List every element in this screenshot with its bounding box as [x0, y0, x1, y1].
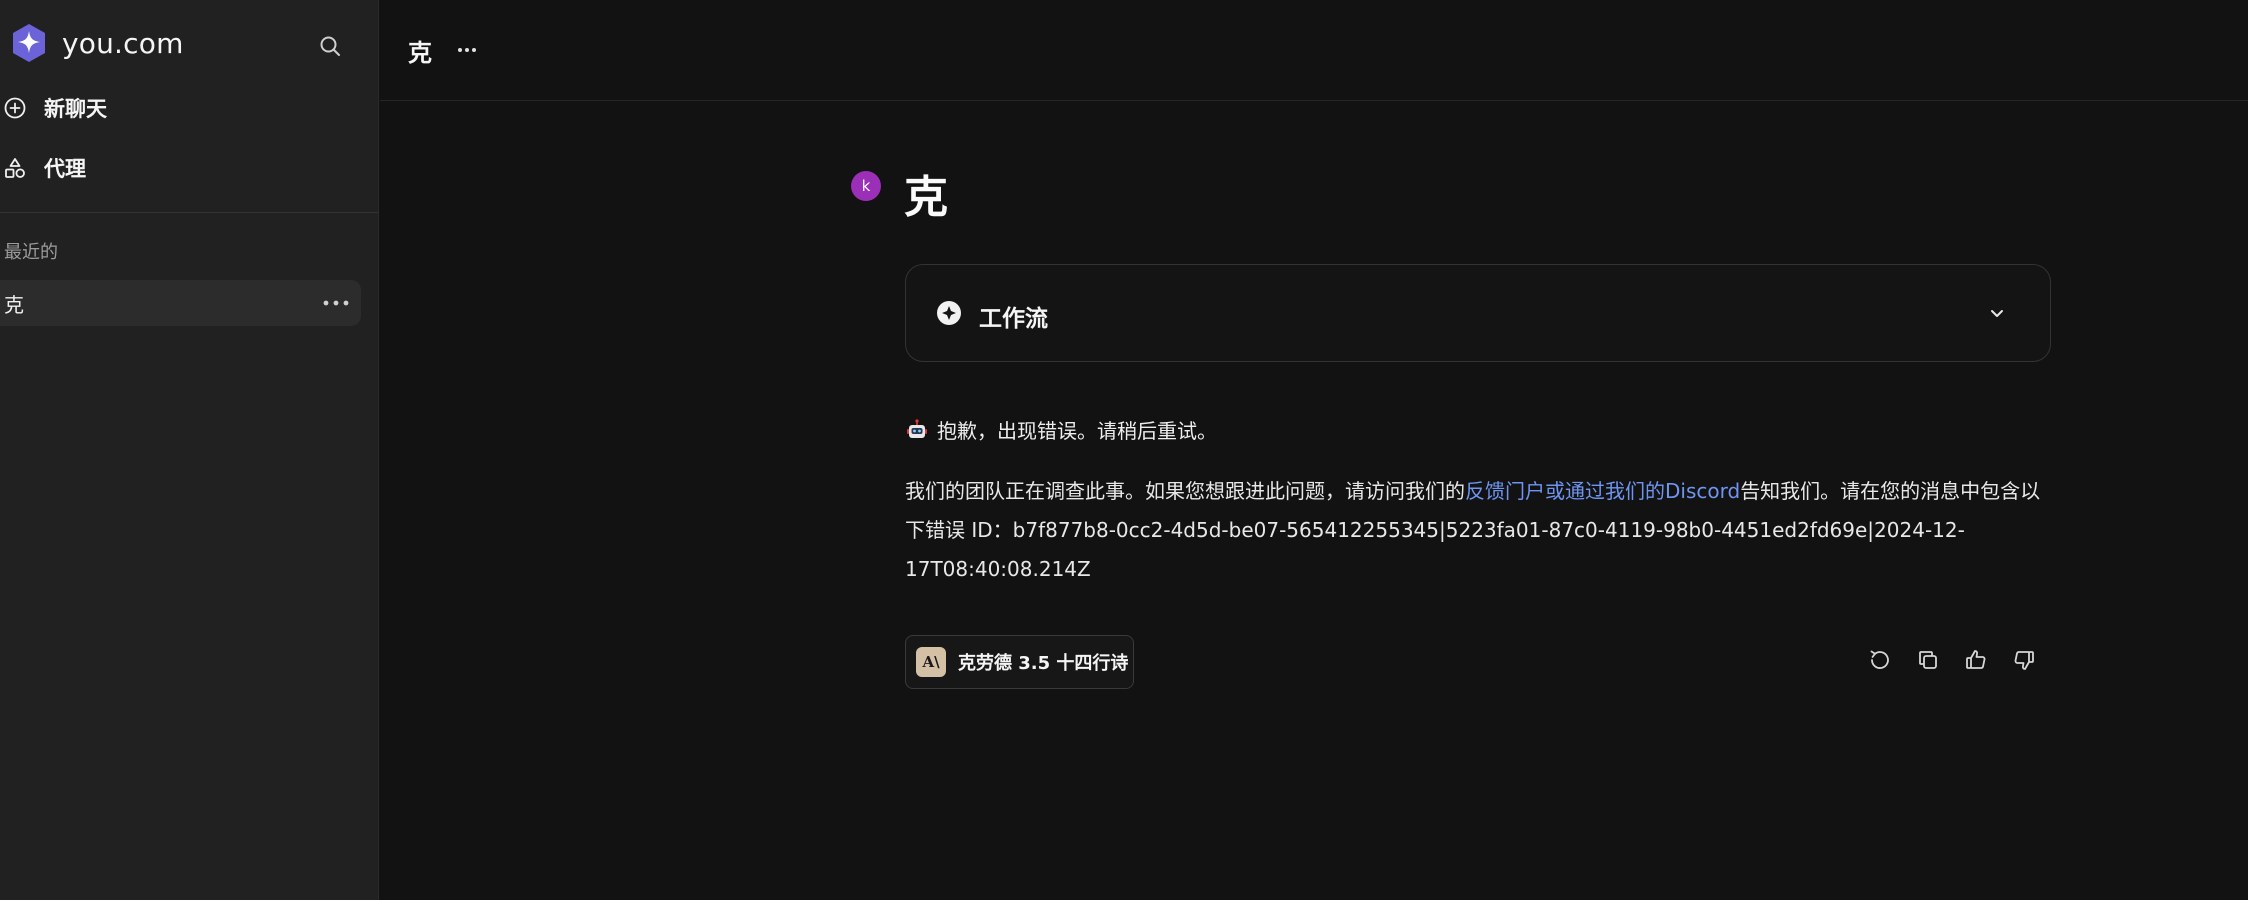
error-body-pre: 我们的团队正在调查此事。如果您想跟进此问题，请访问我们的	[905, 479, 1465, 503]
new-chat-label: 新聊天	[44, 97, 107, 121]
query-title: 克	[904, 172, 948, 223]
new-chat-button[interactable]: 新聊天	[0, 85, 370, 131]
page-title: 克	[408, 39, 432, 67]
thumbs-up-icon[interactable]	[1961, 645, 1991, 675]
copy-icon[interactable]	[1913, 645, 1943, 675]
brand-name: you.com	[62, 26, 184, 60]
workflow-panel[interactable]: 工作流	[905, 264, 2051, 362]
error-details: 我们的团队正在调查此事。如果您想跟进此问题，请访问我们的反馈门户或通过我们的Di…	[905, 472, 2053, 589]
avatar: k	[851, 171, 881, 201]
error-title: 抱歉，出现错误。请稍后重试。	[937, 419, 1217, 443]
top-bar: 克	[380, 0, 2248, 101]
more-horizontal-icon[interactable]	[452, 35, 482, 65]
thumbs-down-icon[interactable]	[2009, 645, 2039, 675]
model-selector-button[interactable]: A\ 克劳德 3.5 十四行诗	[905, 635, 1134, 689]
sidebar-divider	[0, 212, 379, 213]
anthropic-logo-icon: A\	[916, 647, 946, 677]
feedback-link[interactable]: 反馈门户或通过我们的Discord	[1465, 479, 1740, 503]
you-logo-icon	[8, 22, 50, 64]
robot-emoji-icon	[905, 418, 929, 442]
chevron-down-icon	[1984, 301, 2010, 327]
app-root: you.com 新聊天 代理 最近的 克 克 k 克 工作流 抱歉，出现错误。请…	[0, 0, 2248, 900]
model-label: 克劳德 3.5 十四行诗	[958, 653, 1129, 674]
workflow-icon	[936, 300, 962, 326]
recent-section-label: 最近的	[4, 242, 58, 263]
more-horizontal-icon[interactable]	[321, 288, 351, 318]
brand[interactable]: you.com	[8, 21, 184, 65]
response-actions	[1865, 645, 2057, 675]
recent-chat-label: 克	[4, 292, 24, 317]
plus-circle-icon	[0, 93, 30, 123]
workflow-label: 工作流	[979, 306, 1048, 332]
regenerate-icon[interactable]	[1865, 645, 1895, 675]
agents-button[interactable]: 代理	[0, 145, 370, 191]
search-icon	[318, 34, 342, 58]
recent-chat-item[interactable]: 克	[0, 280, 361, 326]
error-message: 抱歉，出现错误。请稍后重试。	[905, 415, 1217, 444]
shapes-icon	[0, 153, 30, 183]
search-button[interactable]	[315, 31, 345, 61]
agents-label: 代理	[44, 157, 86, 181]
sidebar: you.com 新聊天 代理 最近的 克	[0, 0, 379, 900]
